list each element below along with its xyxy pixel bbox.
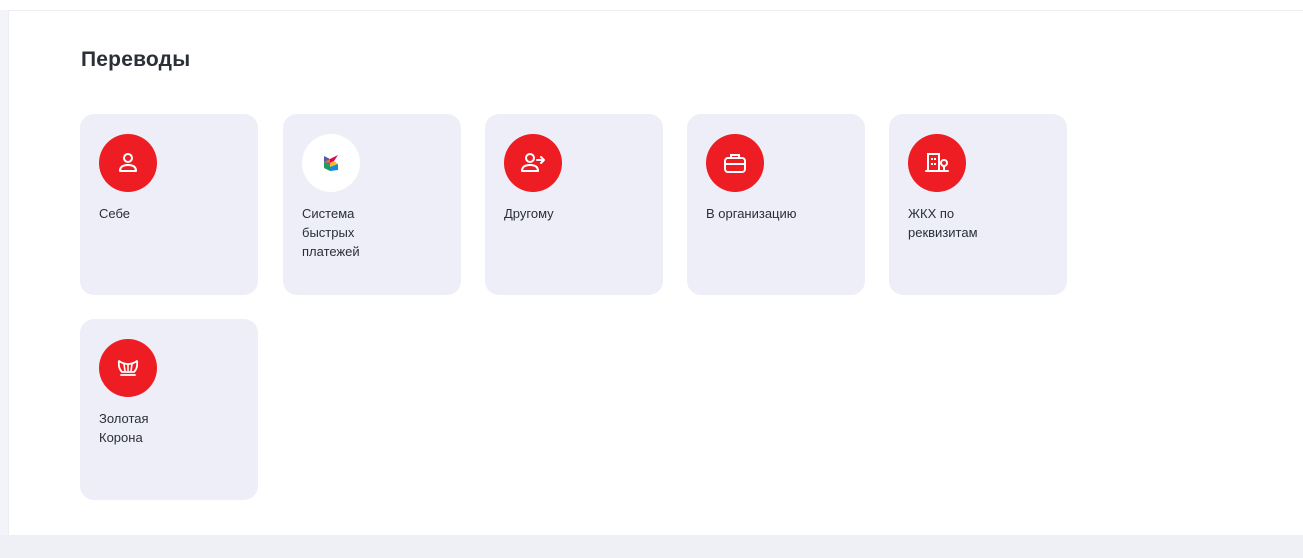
person-icon <box>99 134 157 192</box>
tile-organization[interactable]: В организацию <box>687 114 865 295</box>
person-arrow-icon <box>504 134 562 192</box>
tile-label: ЖКХ по реквизитам <box>908 206 978 240</box>
tile-label: В организацию <box>706 206 797 221</box>
tile-other-person[interactable]: Другому <box>485 114 663 295</box>
building-icon <box>908 134 966 192</box>
section-title: Переводы <box>81 48 191 71</box>
page: Переводы Себе Система быстрых платежей Д… <box>0 0 1303 558</box>
bottom-strip <box>0 535 1303 558</box>
tile-utilities[interactable]: ЖКХ по реквизитам <box>889 114 1067 295</box>
sbp-logo-icon <box>302 134 360 192</box>
tile-golden-crown[interactable]: Золотая Корона <box>80 319 258 500</box>
tile-self[interactable]: Себе <box>80 114 258 295</box>
tile-label: Система быстрых платежей <box>302 206 360 259</box>
tile-label: Себе <box>99 206 131 221</box>
tile-label: Другому <box>504 206 554 221</box>
crown-icon <box>99 339 157 397</box>
transfers-panel: Переводы Себе Система быстрых платежей Д… <box>8 10 1303 535</box>
top-strip <box>0 0 1303 10</box>
tile-label: Золотая Корона <box>99 411 149 445</box>
briefcase-icon <box>706 134 764 192</box>
tile-sbp[interactable]: Система быстрых платежей <box>283 114 461 295</box>
